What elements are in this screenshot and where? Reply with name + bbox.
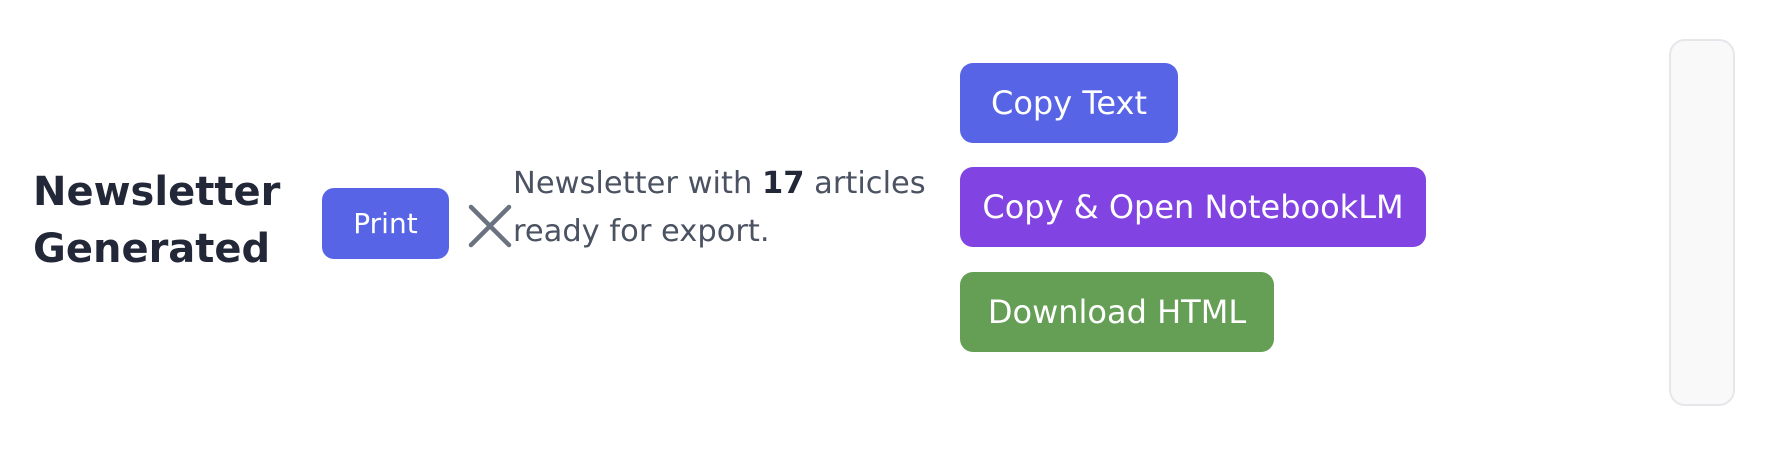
copy-text-button[interactable]: Copy Text: [960, 63, 1178, 143]
download-html-button[interactable]: Download HTML: [960, 272, 1274, 352]
close-icon: [468, 204, 512, 248]
article-count: 17: [761, 166, 805, 201]
close-button[interactable]: [466, 202, 514, 250]
side-panel: [1669, 39, 1735, 406]
copy-open-notebooklm-button[interactable]: Copy & Open NotebookLM: [960, 167, 1426, 247]
status-message: Newsletter with 17 articles ready for ex…: [513, 160, 943, 256]
status-message-prefix: Newsletter with: [513, 166, 762, 201]
print-button[interactable]: Print: [322, 188, 449, 259]
status-title: Newsletter Generated: [33, 169, 281, 272]
